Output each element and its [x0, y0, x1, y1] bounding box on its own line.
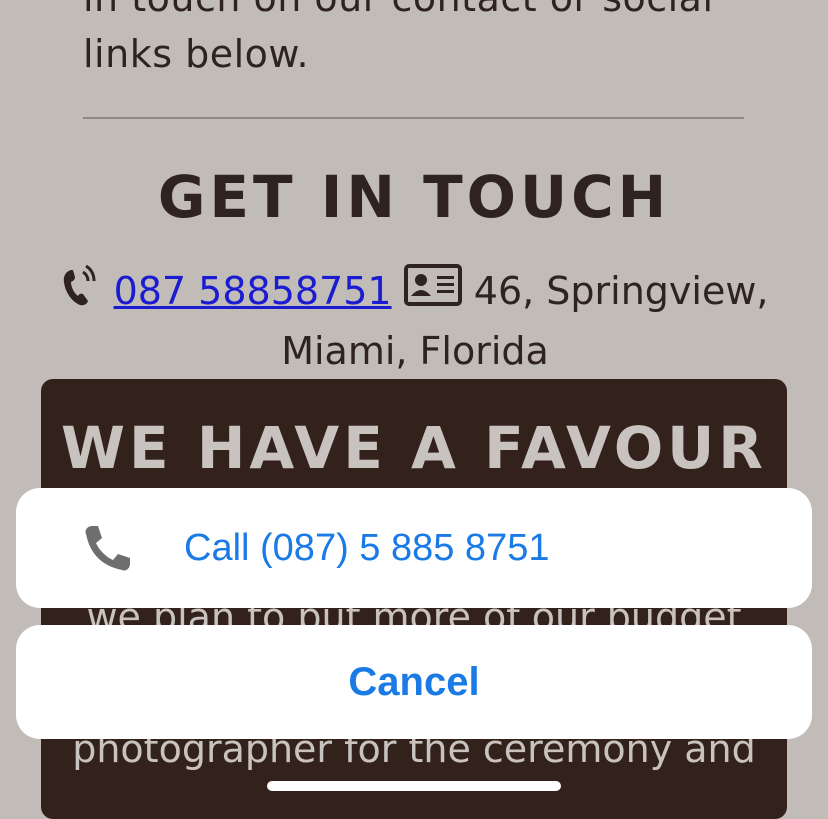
section-divider [83, 117, 744, 119]
intro-text: in touch on our contact or social links … [83, 0, 713, 76]
contact-info: 087 58858751 46, Springview, Miami, Flor… [40, 262, 790, 379]
call-action-button[interactable]: Call (087) 5 885 8751 [16, 488, 812, 608]
home-indicator[interactable] [267, 781, 561, 791]
call-action-label: Call (087) 5 885 8751 [184, 527, 550, 569]
phone-link[interactable]: 087 58858751 [114, 269, 392, 313]
address-card-icon [403, 262, 462, 323]
get-in-touch-heading: GET IN TOUCH [157, 163, 671, 231]
favour-heading: WE HAVE A FAVOUR [61, 414, 767, 482]
phone-handset-icon [80, 522, 134, 576]
cancel-label: Cancel [348, 660, 480, 704]
phone-ringing-icon [61, 262, 101, 323]
cancel-button[interactable]: Cancel [16, 625, 812, 739]
